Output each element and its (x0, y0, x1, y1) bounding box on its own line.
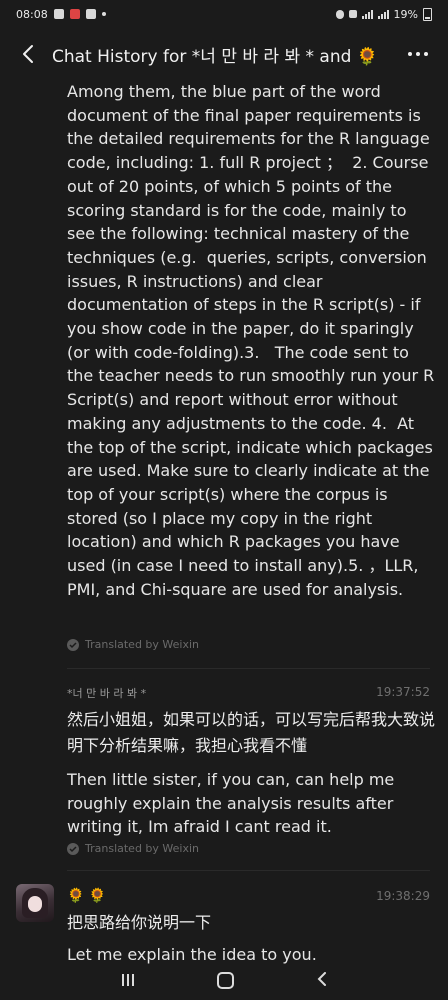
message-time: 19:38:29 (376, 889, 430, 903)
alarm-icon (335, 9, 344, 19)
message-translation: Among them, the blue part of the word do… (67, 82, 440, 599)
translated-by-text: Translated by Weixin (85, 638, 200, 651)
mute-icon (348, 10, 357, 18)
check-icon (67, 842, 79, 855)
page-title: Chat History for *너 만 바 라 봐 * and 🌻 ... (52, 46, 382, 67)
message-sender: 🌻 🌻 (67, 888, 107, 904)
system-navigation-bar (0, 960, 448, 1000)
check-icon (67, 638, 79, 651)
message-sender: *너 만 바 라 봐 * (67, 687, 147, 700)
back-arrow-icon[interactable] (14, 40, 42, 68)
status-bar: 08:08 19% (0, 0, 448, 28)
signal-2-icon (377, 9, 389, 19)
gallery-icon (53, 9, 64, 19)
chat-header: Chat History for *너 만 바 라 봐 * and 🌻 ... (0, 30, 448, 78)
translated-by-text: Translated by Weixin (85, 842, 200, 855)
message-time: 19:37:52 (376, 685, 430, 699)
app-notification-icon (85, 9, 96, 19)
avatar[interactable] (16, 884, 54, 922)
system-back-icon[interactable] (317, 971, 327, 990)
message-translation: Then little sister, if you can, can help… (67, 770, 400, 837)
home-icon[interactable] (216, 971, 234, 989)
translated-by-label: Translated by Weixin (67, 638, 199, 651)
message-original: 把思路给你说明一下 (67, 913, 212, 932)
message-divider (67, 668, 430, 669)
recent-apps-icon[interactable] (121, 974, 134, 986)
signal-1-icon (361, 9, 373, 19)
message-divider (67, 870, 430, 871)
status-left: 08:08 (16, 8, 106, 21)
battery-icon (423, 7, 432, 21)
more-options-icon[interactable] (402, 46, 434, 62)
status-time: 08:08 (16, 7, 48, 21)
notification-icon (69, 9, 80, 19)
message-original: 然后小姐姐，如果可以的话，可以写完后帮我大致说明下分析结果嘛，我担心我看不懂 (67, 710, 436, 755)
battery-percent: 19% (393, 7, 418, 21)
status-right: 19% (335, 7, 432, 21)
translated-by-label: Translated by Weixin (67, 842, 199, 855)
more-notifications-dot-icon (101, 12, 106, 16)
